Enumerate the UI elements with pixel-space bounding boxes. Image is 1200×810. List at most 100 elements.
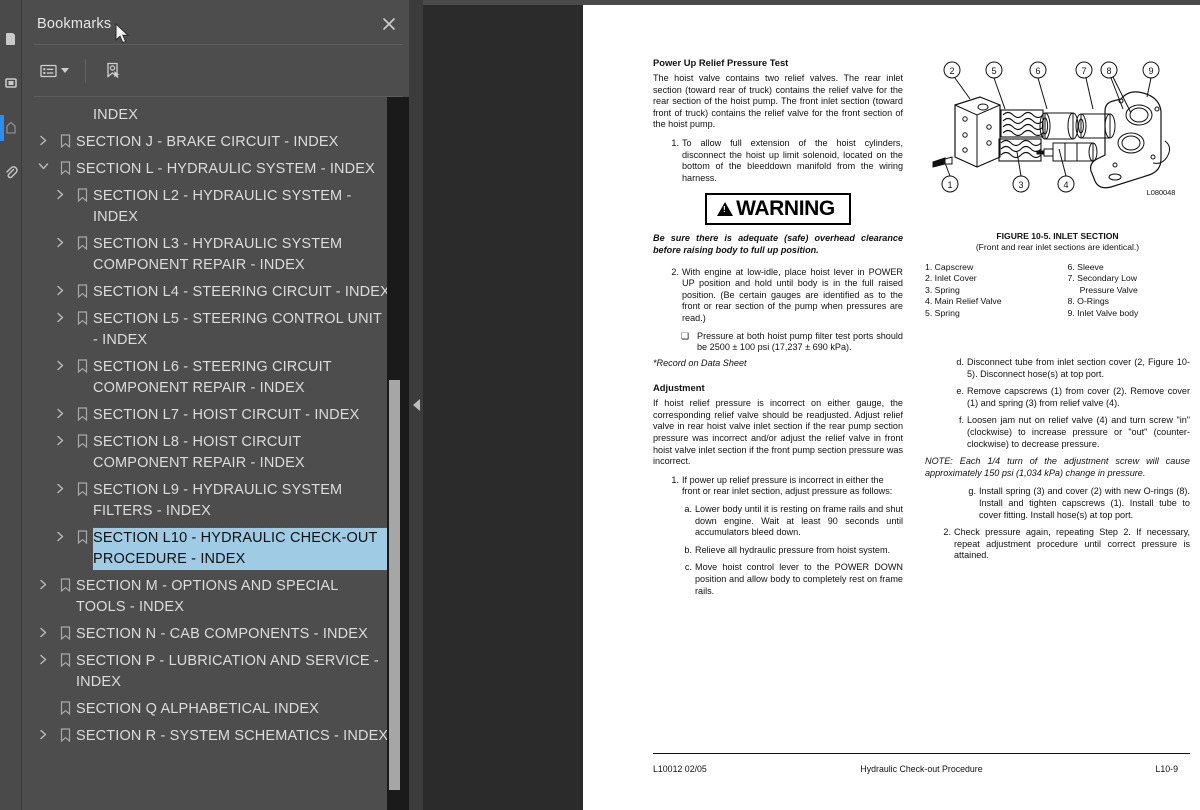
bookmark-icon [71, 480, 93, 496]
bookmark-icon [54, 576, 76, 592]
list-item: 2. With engine at low-idle, place hoist … [653, 267, 903, 325]
warning-banner: WARNING [653, 193, 903, 226]
list-item: b. Relieve all hydraulic pressure from h… [653, 545, 903, 557]
chevron-down-icon[interactable] [32, 159, 54, 171]
figure-caption: FIGURE 10-5. INLET SECTION (Front and re… [925, 231, 1190, 253]
page-right-column: 2 5 6 7 8 9 1 3 4 L080048 FIGURE 10-5. I… [925, 57, 1190, 568]
list-marker: d. [956, 357, 964, 368]
bookmark-label: INDEX [93, 107, 139, 123]
chevron-right-icon[interactable] [49, 357, 71, 371]
list-marker: c. [684, 562, 692, 573]
bookmark-label: SECTION L9 - HYDRAULIC SYSTEM FILTERS - … [93, 482, 343, 519]
svg-text:1: 1 [947, 180, 952, 190]
list-item: 1. If power up relief pressure is incorr… [653, 475, 903, 498]
bookmark-label: SECTION L10 - HYDRAULIC CHECK-OUT PROCED… [92, 527, 395, 571]
bookmark-item[interactable]: SECTION L4 - STEERING CIRCUIT - INDEX [22, 279, 400, 306]
page-view-icon[interactable] [0, 66, 22, 100]
chevron-right-icon[interactable] [32, 651, 54, 665]
chevron-right-icon[interactable] [32, 726, 54, 740]
bookmarks-scrollbar-thumb[interactable] [389, 380, 400, 790]
chevron-right-icon[interactable] [49, 186, 71, 200]
record-note: *Record on Data Sheet [653, 357, 747, 368]
svg-text:8: 8 [1106, 66, 1111, 76]
options-menu-icon[interactable] [32, 56, 76, 86]
bookmark-item[interactable]: SECTION R - SYSTEM SCHEMATICS - INDEX [22, 723, 400, 750]
svg-text:7: 7 [1081, 66, 1086, 76]
list-marker: e. [956, 386, 964, 397]
chevron-right-icon[interactable] [32, 624, 54, 638]
svg-text:4: 4 [1063, 180, 1068, 190]
chevron-left-icon [412, 399, 420, 411]
chevron-right-icon[interactable] [49, 282, 71, 296]
new-bookmark-icon[interactable] [96, 56, 130, 86]
bookmark-icon [71, 309, 93, 325]
svg-text:3: 3 [1018, 180, 1023, 190]
bookmark-icon [54, 132, 76, 148]
page-footer: L10012 02/05 Hydraulic Check-out Procedu… [653, 761, 1190, 777]
bookmark-item[interactable]: SECTION L6 - STEERING CIRCUIT COMPONENT … [22, 354, 400, 402]
chevron-right-icon[interactable] [49, 480, 71, 494]
bookmark-item[interactable]: SECTION L - HYDRAULIC SYSTEM - INDEX [22, 156, 400, 183]
bookmark-icon [71, 432, 93, 448]
list-marker: g. [968, 486, 976, 497]
svg-text:5: 5 [991, 66, 996, 76]
list-text: Remove capscrews (1) from cover (2). Rem… [967, 386, 1190, 408]
list-item: 2. Check pressure again, repeating Step … [925, 527, 1190, 562]
bookmark-item[interactable]: SECTION L7 - HOIST CIRCUIT - INDEX [22, 402, 400, 429]
thumbnails-icon[interactable] [0, 22, 22, 56]
bookmarks-icon[interactable] [0, 111, 22, 145]
list-item: c. Move hoist control lever to the POWER… [653, 562, 903, 597]
warning-text: Be sure there is adequate (safe) overhea… [653, 233, 903, 255]
chevron-right-icon[interactable] [49, 432, 71, 446]
bookmark-label: SECTION L8 - HOIST CIRCUIT COMPONENT REP… [93, 434, 305, 471]
bookmark-label: SECTION Q ALPHABETICAL INDEX [76, 701, 319, 717]
bookmark-item[interactable]: SECTION N - CAB COMPONENTS - INDEX [22, 621, 400, 648]
bookmark-label: SECTION L2 - HYDRAULIC SYSTEM - INDEX [93, 188, 352, 225]
chevron-right-icon[interactable] [49, 309, 71, 323]
bookmark-item[interactable]: SECTION Q ALPHABETICAL INDEX [22, 696, 400, 723]
bookmark-label: SECTION L3 - HYDRAULIC SYSTEM COMPONENT … [93, 236, 343, 273]
adjustment-paragraph: If hoist relief pressure is incorrect on… [653, 398, 903, 467]
bookmark-label: SECTION J - BRAKE CIRCUIT - INDEX [76, 134, 339, 150]
pdf-reader-window: Bookmarks INDEX SECTION J - BRAKE CIRCUIT… [0, 0, 1200, 810]
bookmark-item[interactable]: SECTION L2 - HYDRAULIC SYSTEM - INDEX [22, 183, 400, 231]
list-text: Move hoist control lever to the POWER DO… [695, 562, 903, 596]
list-marker: a. [684, 504, 692, 515]
chevron-right-icon[interactable] [49, 405, 71, 419]
list-item: a. Lower body until it is resting on fra… [653, 504, 903, 539]
collapse-sidebar-button[interactable] [409, 0, 423, 810]
checkbox-item: ❑ Pressure at both hoist pump filter tes… [653, 331, 903, 354]
bookmark-label: SECTION L7 - HOIST CIRCUIT - INDEX [93, 407, 360, 423]
bookmark-item[interactable]: SECTION M - OPTIONS AND SPECIAL TOOLS - … [22, 573, 400, 621]
bookmark-item[interactable]: SECTION L8 - HOIST CIRCUIT COMPONENT REP… [22, 429, 400, 477]
bookmark-item[interactable]: SECTION L3 - HYDRAULIC SYSTEM COMPONENT … [22, 231, 400, 279]
bookmark-label: SECTION R - SYSTEM SCHEMATICS - INDEX [76, 728, 389, 744]
list-text: Lower body until it is resting on frame … [695, 504, 903, 538]
bookmark-label: SECTION M - OPTIONS AND SPECIAL TOOLS - … [76, 578, 338, 615]
chevron-right-icon[interactable] [32, 576, 54, 590]
chevron-right-icon[interactable] [32, 132, 54, 146]
list-marker: 2. [943, 527, 951, 538]
bookmark-item[interactable]: INDEX [22, 102, 400, 129]
figure-parts-list: 1. Capscrew 2. Inlet Cover 3. Spring 4. … [925, 262, 1190, 319]
bookmark-item-selected[interactable]: SECTION L10 - HYDRAULIC CHECK-OUT PROCED… [22, 525, 400, 573]
parts-list-right: 6. Sleeve 7. Secondary Low Pressure Valv… [1067, 262, 1139, 318]
bookmark-item[interactable]: SECTION L9 - HYDRAULIC SYSTEM FILTERS - … [22, 477, 400, 525]
bookmark-item[interactable]: SECTION J - BRAKE CIRCUIT - INDEX [22, 129, 400, 156]
chevron-right-icon[interactable] [49, 234, 71, 248]
attachments-icon[interactable] [0, 155, 22, 189]
list-marker: b. [684, 544, 692, 555]
list-item: e. Remove capscrews (1) from cover (2). … [925, 386, 1190, 409]
list-marker: 2. [671, 266, 679, 277]
chevron-right-icon[interactable] [49, 528, 71, 542]
list-marker: 1. [671, 474, 679, 485]
bookmark-item[interactable]: SECTION P - LUBRICATION AND SERVICE - IN… [22, 648, 400, 696]
list-text: Check pressure again, repeating Step 2. … [954, 527, 1190, 561]
adjustment-heading: Adjustment [653, 382, 705, 394]
close-icon[interactable] [378, 13, 400, 35]
bookmarks-scrollbar[interactable] [387, 97, 409, 810]
bookmark-icon [54, 726, 76, 742]
list-text: Relieve all hydraulic pressure from hois… [695, 544, 891, 555]
list-item: f. Loosen jam nut on relief valve (4) an… [925, 415, 1190, 450]
bookmark-item[interactable]: SECTION L5 - STEERING CONTROL UNIT - IND… [22, 306, 400, 354]
